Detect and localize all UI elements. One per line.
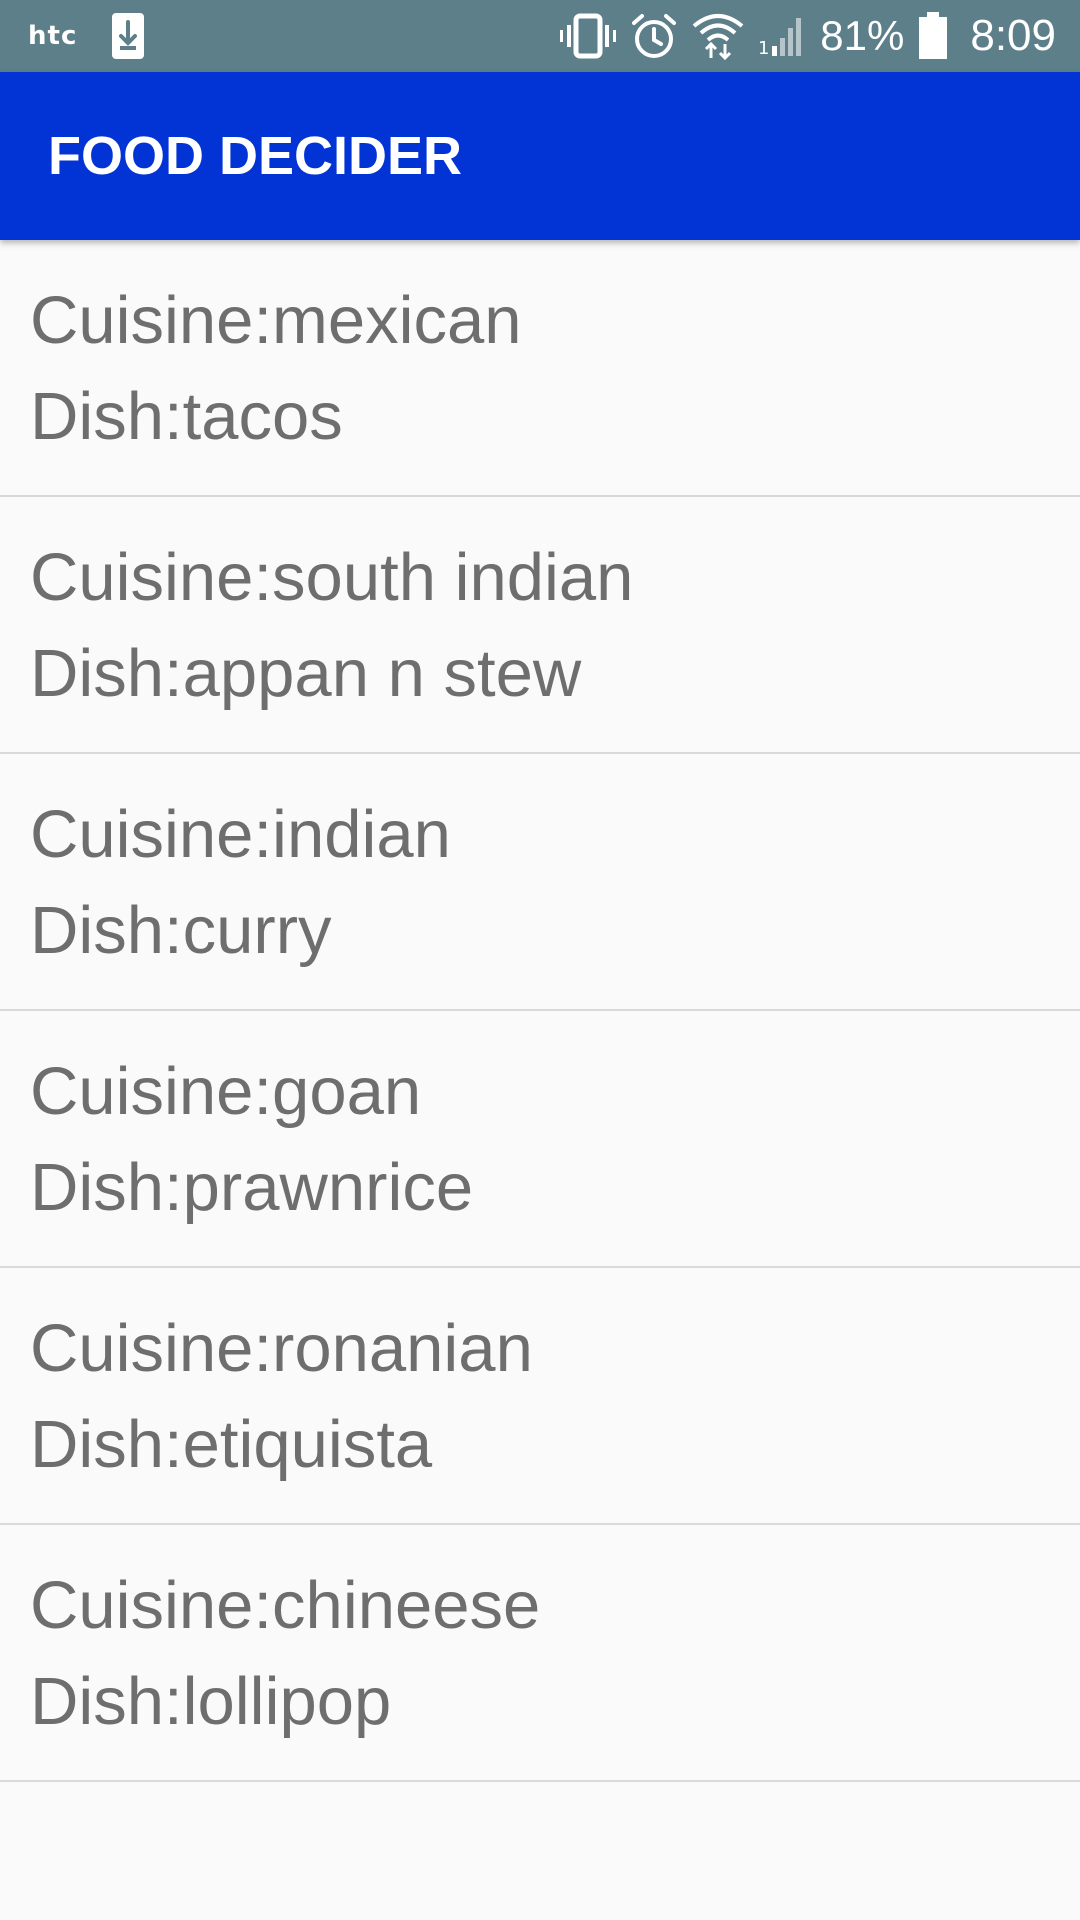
- dish-label: Dish:prawnrice: [30, 1150, 474, 1225]
- svg-text:1: 1: [758, 38, 769, 58]
- cuisine-label: Cuisine:indian: [30, 797, 451, 872]
- alarm-icon: [630, 12, 678, 60]
- cuisine-label: Cuisine:ronanian: [30, 1311, 533, 1386]
- list-item[interactable]: Cuisine:chineese Dish:lollipop: [0, 1525, 1080, 1782]
- list-item[interactable]: Cuisine:ronanian Dish:etiquista: [0, 1268, 1080, 1525]
- battery-icon: [918, 12, 948, 60]
- list-item[interactable]: Cuisine:mexican Dish:tacos: [0, 240, 1080, 497]
- cuisine-label: Cuisine:goan: [30, 1054, 422, 1129]
- vibrate-icon: [560, 13, 617, 59]
- list-item[interactable]: Cuisine:goan Dish:prawnrice: [0, 1011, 1080, 1268]
- dish-label: Dish:etiquista: [30, 1407, 433, 1482]
- list-item[interactable]: Cuisine:indian Dish:curry: [0, 754, 1080, 1011]
- brand-logo: htc: [28, 21, 78, 51]
- app-bar: FOOD DECIDER: [0, 72, 1080, 240]
- app-title: FOOD DECIDER: [48, 126, 463, 186]
- wifi-icon: [692, 12, 744, 60]
- download-icon: [111, 12, 145, 60]
- status-bar: htc 1 81% 8:09: [0, 0, 1080, 72]
- dish-label: Dish:tacos: [30, 379, 343, 454]
- dish-label: Dish:appan n stew: [30, 636, 582, 711]
- dish-label: Dish:lollipop: [30, 1664, 392, 1739]
- cuisine-label: Cuisine:mexican: [30, 283, 522, 358]
- clock: 8:09: [970, 11, 1056, 60]
- dish-label: Dish:curry: [30, 893, 332, 968]
- status-left: htc: [28, 0, 145, 72]
- status-right: 1 81% 8:09: [560, 0, 1056, 72]
- list-item[interactable]: Cuisine:south indian Dish:appan n stew: [0, 497, 1080, 754]
- cuisine-label: Cuisine:chineese: [30, 1568, 541, 1643]
- cuisine-label: Cuisine:south indian: [30, 540, 634, 615]
- food-list: Cuisine:mexican Dish:tacos Cuisine:south…: [0, 240, 1080, 1782]
- signal-icon: 1: [758, 14, 802, 58]
- battery-percent: 81%: [820, 12, 905, 59]
